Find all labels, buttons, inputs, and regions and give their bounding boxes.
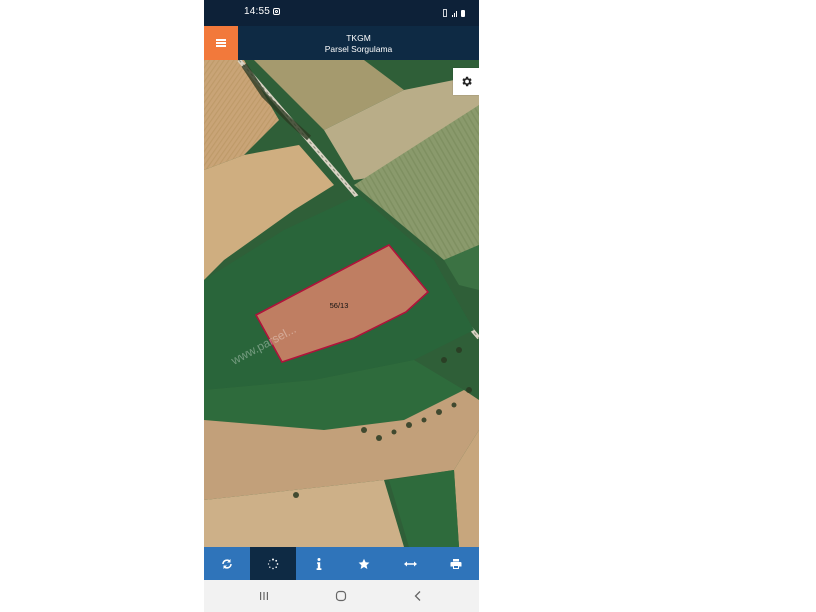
- star-icon: [358, 558, 370, 569]
- system-nav-bar: [204, 580, 479, 612]
- status-bar: 14:55: [204, 0, 479, 26]
- parcel-label: 56/13: [330, 301, 349, 310]
- info-icon: [316, 557, 321, 570]
- app-header: TKGM Parsel Sorgulama: [204, 26, 479, 60]
- favorites-button[interactable]: [341, 547, 387, 580]
- recent-apps-button[interactable]: [256, 588, 272, 604]
- back-icon: [414, 591, 421, 601]
- hamburger-menu-icon: [216, 39, 226, 47]
- measure-icon: [403, 561, 417, 566]
- refresh-icon: [222, 558, 232, 569]
- home-button[interactable]: [333, 588, 349, 604]
- status-time: 14:55: [244, 6, 271, 17]
- instagram-icon: [273, 8, 280, 15]
- measure-button[interactable]: [387, 547, 433, 580]
- print-button[interactable]: [433, 547, 479, 580]
- recent-apps-icon: [260, 592, 268, 600]
- settings-button[interactable]: [453, 68, 479, 95]
- gear-icon: [461, 76, 472, 87]
- menu-button[interactable]: [204, 26, 238, 60]
- map-canvas: www.parsel... 56/13: [204, 60, 479, 547]
- header-title-block: TKGM Parsel Sorgulama: [238, 33, 479, 55]
- app-subtitle: Parsel Sorgulama: [324, 44, 393, 54]
- refresh-button[interactable]: [204, 547, 250, 580]
- app-title: TKGM: [346, 33, 371, 43]
- satellite-map[interactable]: www.parsel... 56/13: [204, 60, 479, 547]
- signal-icon: [452, 10, 457, 17]
- print-icon: [450, 558, 462, 569]
- home-icon: [335, 590, 347, 602]
- status-icons: [442, 9, 465, 17]
- map-toolbar: [204, 547, 479, 580]
- battery-icon: [461, 10, 465, 17]
- back-button[interactable]: [410, 588, 426, 604]
- loading-icon: [267, 558, 279, 569]
- location-button[interactable]: [249, 547, 296, 580]
- vibrate-icon: [443, 9, 447, 17]
- info-button[interactable]: [296, 547, 342, 580]
- phone-screen: 14:55 TKGM Parsel Sorgulama www.parsel..…: [204, 0, 479, 612]
